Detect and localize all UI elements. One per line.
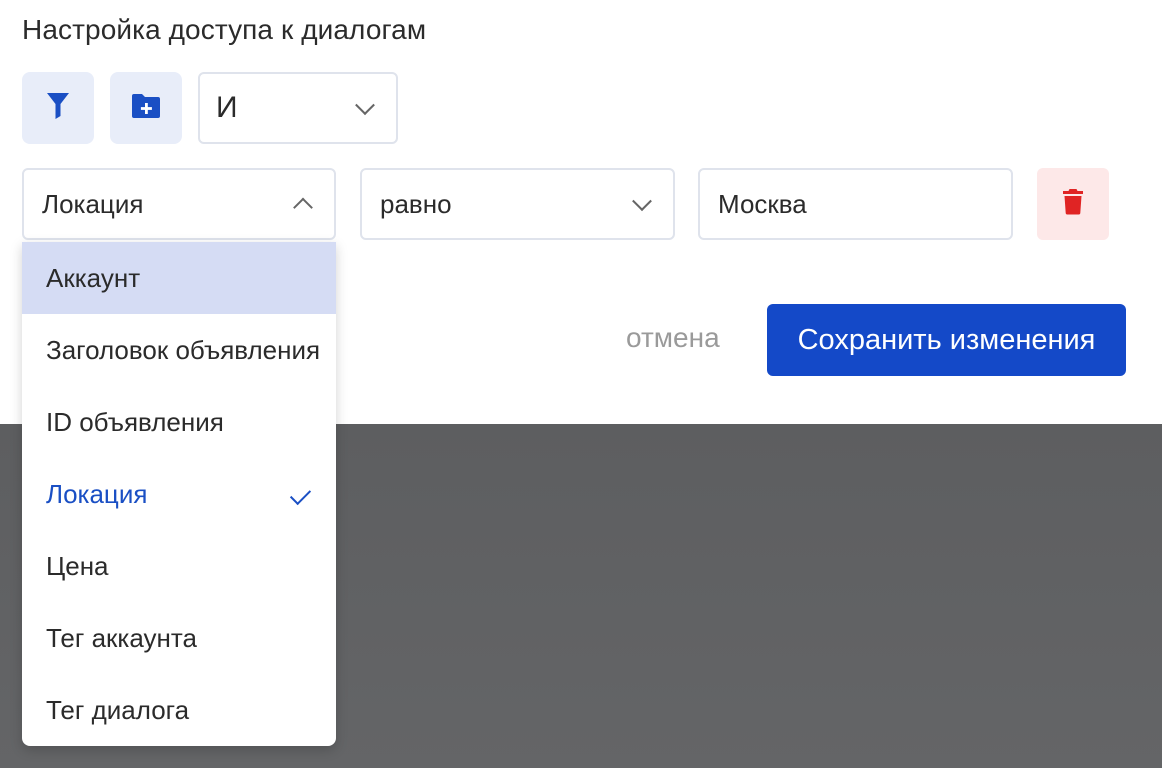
trash-icon: [1062, 188, 1084, 220]
field-dropdown-menu: Аккаунт Заголовок объявления ID объявлен…: [22, 242, 336, 746]
dropdown-option-label: Тег диалога: [46, 694, 190, 725]
dropdown-option-label: Локация: [46, 478, 148, 509]
chevron-down-icon: [355, 95, 375, 116]
logic-operator-value: И: [216, 91, 238, 124]
logic-operator-select[interactable]: И: [198, 72, 398, 144]
field-select[interactable]: Локация: [22, 168, 336, 240]
checkmark-icon: [289, 483, 312, 506]
dropdown-option-account[interactable]: Аккаунт: [22, 242, 336, 314]
dropdown-option-location[interactable]: Локация: [22, 458, 336, 530]
filter-icon: [46, 92, 70, 125]
folder-plus-icon: [130, 93, 162, 124]
dropdown-option-label: ID объявления: [46, 406, 224, 437]
dropdown-option-ad-id[interactable]: ID объявления: [22, 386, 336, 458]
save-changes-button[interactable]: Сохранить изменения: [767, 304, 1126, 376]
operator-select[interactable]: равно: [360, 168, 675, 240]
add-folder-button[interactable]: [110, 72, 182, 144]
dropdown-option-label: Аккаунт: [46, 262, 141, 293]
filter-button[interactable]: [22, 72, 94, 144]
value-input[interactable]: Москва: [698, 168, 1013, 240]
dropdown-option-account-tag[interactable]: Тег аккаунта: [22, 602, 336, 674]
field-select-value: Локация: [42, 188, 144, 219]
operator-select-value: равно: [380, 188, 452, 219]
chevron-down-icon: [632, 191, 652, 212]
dropdown-option-price[interactable]: Цена: [22, 530, 336, 602]
cancel-button[interactable]: отмена: [626, 322, 720, 354]
dropdown-option-ad-title[interactable]: Заголовок объявления: [22, 314, 336, 386]
value-input-text: Москва: [718, 188, 807, 219]
dropdown-option-label: Заголовок объявления: [46, 334, 321, 365]
dropdown-option-label: Тег аккаунта: [46, 622, 197, 653]
page-title: Настройка доступа к диалогам: [22, 14, 427, 45]
dropdown-option-dialog-tag[interactable]: Тег диалога: [22, 674, 336, 746]
delete-rule-button[interactable]: [1037, 168, 1109, 240]
chevron-up-icon: [293, 197, 313, 218]
dropdown-option-label: Цена: [46, 550, 109, 581]
